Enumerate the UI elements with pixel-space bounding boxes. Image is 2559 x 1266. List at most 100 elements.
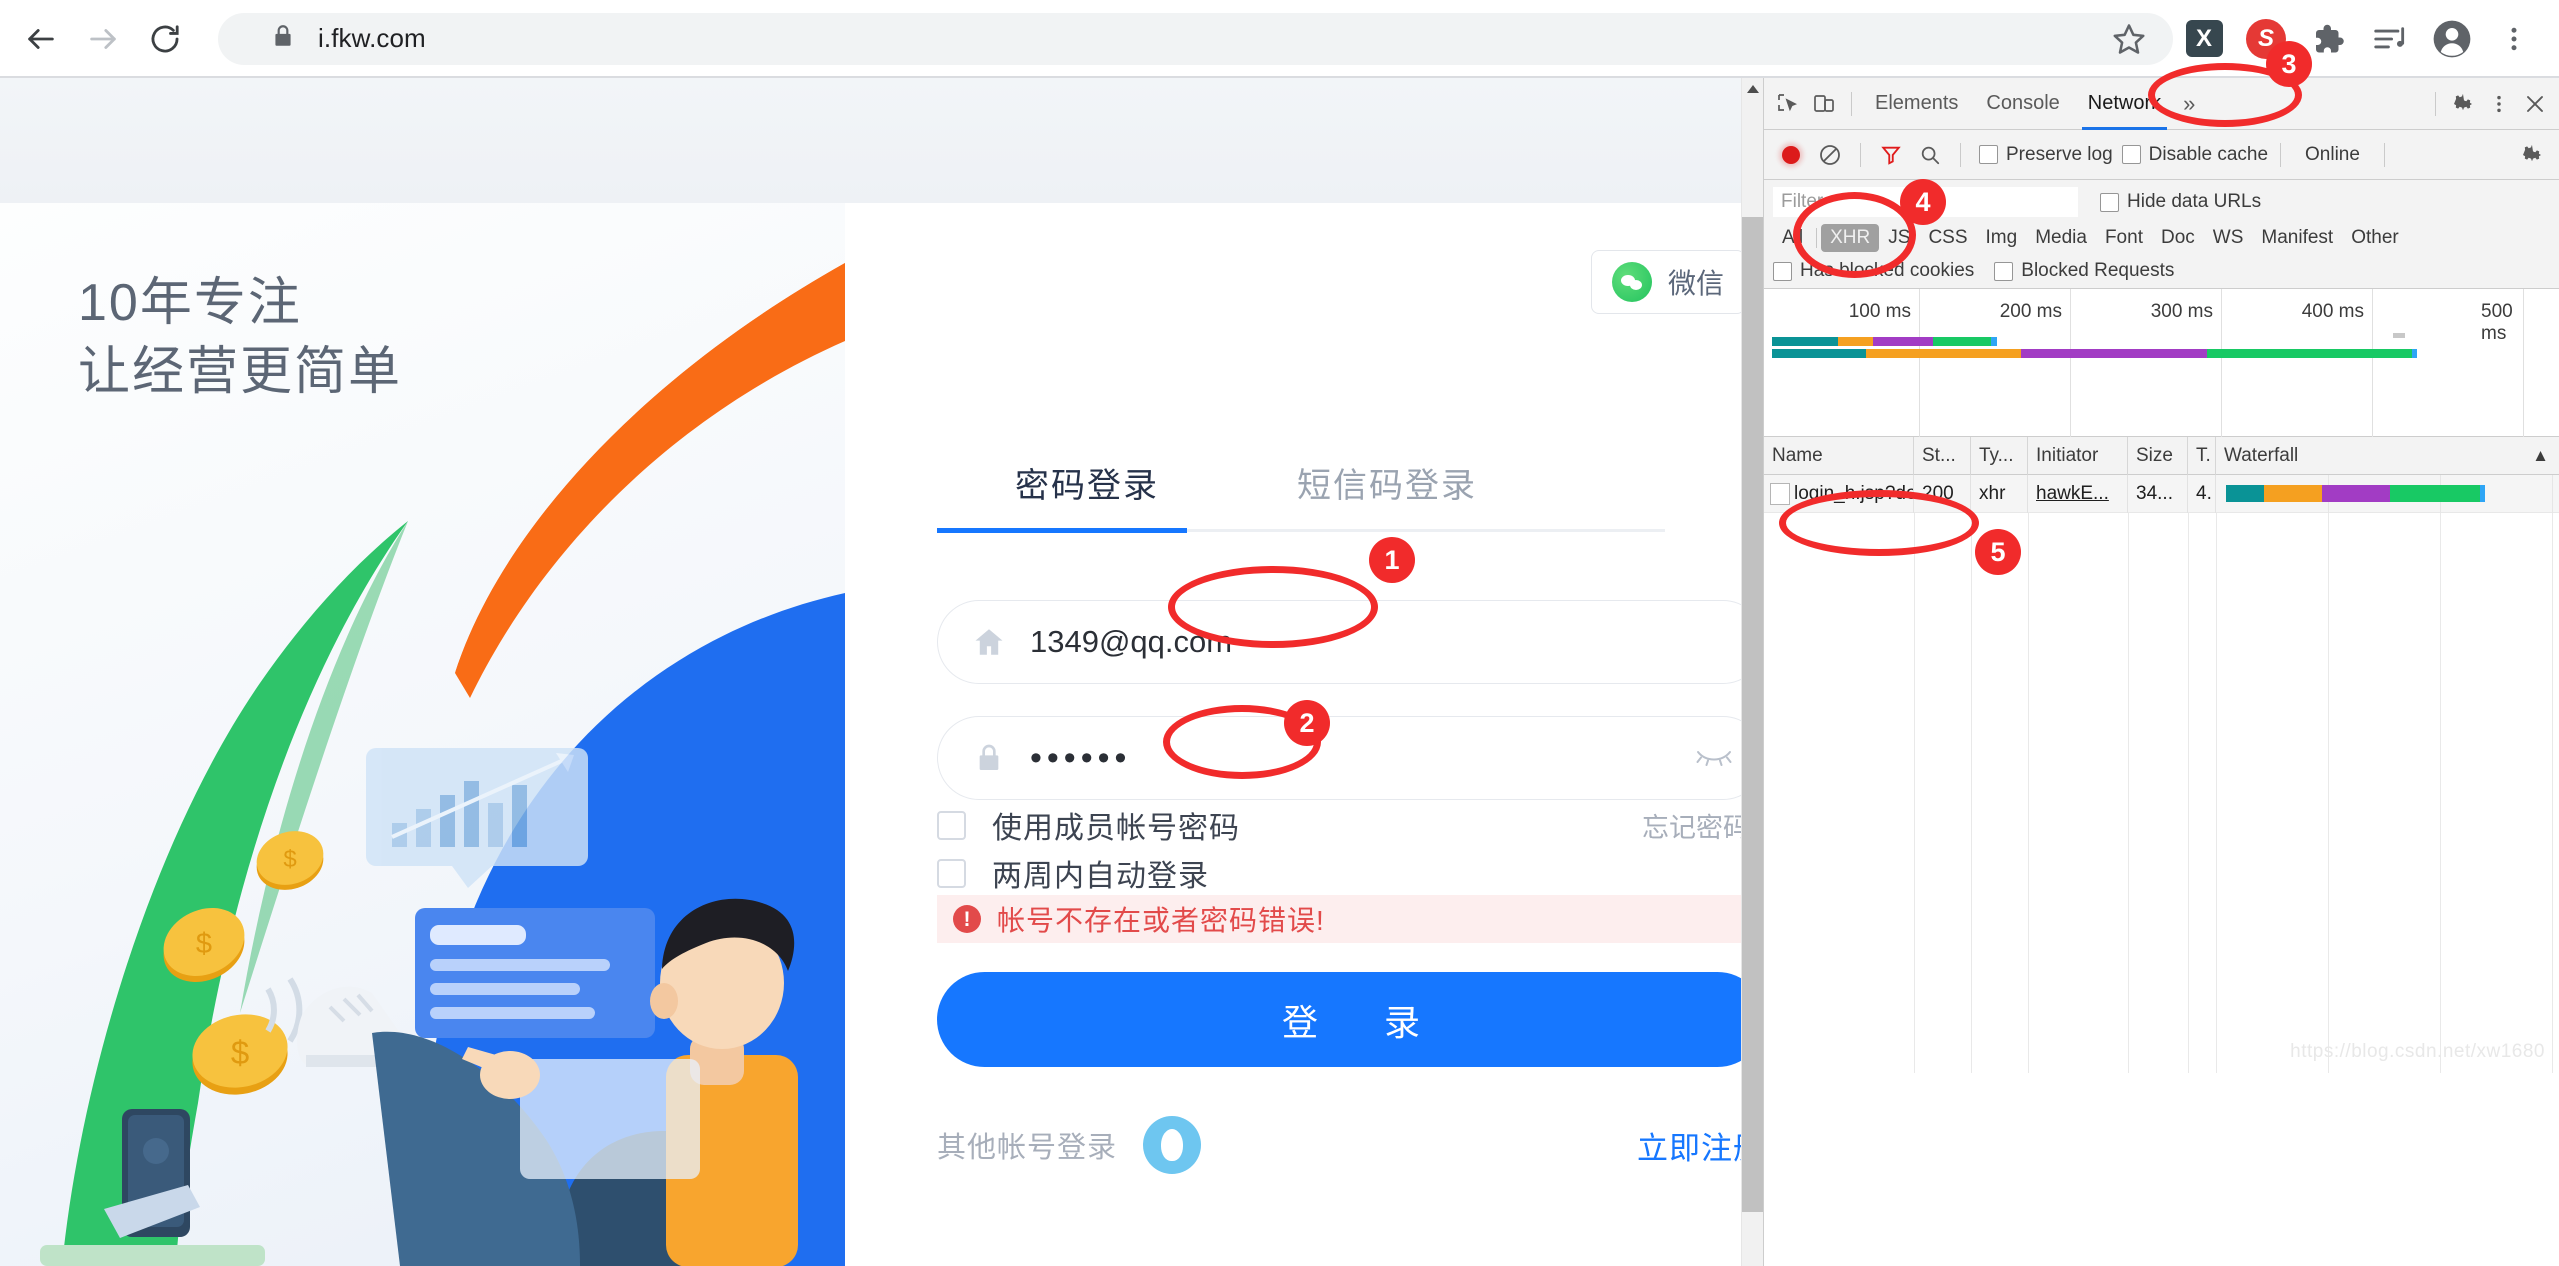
back-arrow-icon [28, 28, 54, 49]
filter-row-3: Has blocked cookies Blocked Requests [1773, 260, 2550, 282]
address-bar[interactable]: i.fkw.com [218, 12, 2173, 65]
throttling-select[interactable]: Online [2293, 144, 2372, 166]
media-list-icon [2374, 26, 2405, 48]
devtools-right-controls [2426, 86, 2553, 122]
option-label-member: 使用成员帐号密码 [992, 812, 1240, 845]
more-tabs-button[interactable]: » [2175, 91, 2203, 117]
error-text: 帐号不存在或者密码错误! [997, 905, 1325, 936]
error-icon: ! [953, 905, 981, 933]
preserve-log-checkbox[interactable]: Preserve log [1979, 144, 2113, 166]
forward-button[interactable] [72, 8, 134, 70]
wechat-login-button[interactable]: 微信 [1590, 250, 1745, 314]
has-blocked-cookies-label: Has blocked cookies [1800, 260, 1975, 281]
checkbox-auto-login[interactable] [937, 858, 966, 888]
filter-type-all[interactable]: All [1773, 224, 1812, 252]
tab-sms-login[interactable]: 短信码登录 [1237, 458, 1537, 529]
page-scrollbar[interactable] [1741, 78, 1764, 1266]
hide-data-urls-checkbox[interactable]: Hide data URLs [2100, 191, 2261, 213]
column-type[interactable]: Ty... [1971, 436, 2028, 475]
back-button[interactable] [10, 8, 72, 70]
column-waterfall[interactable]: Waterfall ▲ [2216, 437, 2559, 475]
hide-data-urls-label: Hide data URLs [2127, 191, 2262, 212]
username-value: 1349@qq.com [1030, 624, 1233, 659]
password-field[interactable]: •••••• [937, 716, 1763, 800]
close-icon[interactable] [2517, 86, 2553, 122]
filter-type-doc[interactable]: Doc [2152, 224, 2204, 252]
tab-active-indicator [937, 528, 1187, 533]
scroll-up-arrow-icon[interactable] [1742, 78, 1764, 100]
annotation-badge-2: 2 [1284, 700, 1330, 746]
device-toolbar-icon[interactable] [1806, 86, 1842, 122]
filter-type-ws[interactable]: WS [2204, 224, 2253, 252]
overview-ruler: 100 ms 200 ms 300 ms 400 ms 500 ms [1764, 289, 2559, 437]
sort-indicator-icon: ▲ [2532, 445, 2549, 465]
devtools-panel: Elements Console Network » Preserve log … [1763, 78, 2559, 1266]
media-controls-button[interactable] [2359, 8, 2421, 70]
blocked-requests-label: Blocked Requests [2021, 260, 2175, 281]
qq-icon[interactable] [1143, 1116, 1202, 1174]
chrome-menu-button[interactable] [2483, 8, 2545, 70]
request-initiator-link[interactable]: hawkE... [2036, 483, 2109, 505]
scrollbar-thumb[interactable] [1742, 217, 1764, 1212]
has-blocked-cookies-checkbox[interactable]: Has blocked cookies [1773, 260, 1974, 282]
filter-button[interactable] [1873, 137, 1909, 173]
overview-bars [1772, 337, 2417, 361]
eye-closed-icon[interactable] [1694, 744, 1734, 773]
column-size[interactable]: Size [2128, 436, 2188, 475]
preserve-log-label: Preserve log [2006, 143, 2113, 165]
filter-type-js[interactable]: JS [1879, 224, 1919, 252]
network-table-body: https://blog.csdn.net/xw1680 [1764, 513, 2559, 1073]
filter-type-media[interactable]: Media [2026, 224, 2096, 252]
blocked-requests-box [1994, 261, 2014, 281]
checkbox-member-account[interactable] [937, 810, 966, 840]
request-checkbox[interactable] [1770, 482, 1790, 505]
tab-console[interactable]: Console [1972, 78, 2073, 130]
filter-type-css[interactable]: CSS [1919, 224, 1976, 252]
table-row[interactable]: login_h.jsp?dogSr... 200 xhr hawkE... 34… [1764, 474, 2559, 513]
network-toolbar: Preserve log Disable cache Online [1764, 130, 2559, 180]
gear-icon[interactable] [2445, 86, 2481, 122]
browser-window: i.fkw.com X S 10年专注 让经营更简单 $ $ $ 微信 密码登录… [0, 0, 2559, 1266]
network-settings-gear-icon [2523, 144, 2541, 161]
disable-cache-checkbox[interactable]: Disable cache [2121, 144, 2268, 166]
login-button[interactable]: 登 录 [937, 972, 1763, 1067]
column-waterfall-label: Waterfall [2224, 444, 2299, 466]
login-tabs: 密码登录 短信码登录 [937, 458, 1657, 529]
request-initiator[interactable]: hawkE... [2028, 474, 2128, 513]
extension-x-icon: X [2185, 20, 2223, 57]
filter-type-manifest[interactable]: Manifest [2252, 224, 2342, 252]
column-initiator[interactable]: Initiator [2028, 436, 2128, 475]
overview-bar-row-2 [1772, 349, 2417, 358]
bookmark-button[interactable] [2111, 21, 2151, 57]
filter-type-other[interactable]: Other [2342, 224, 2408, 252]
record-button[interactable] [1773, 137, 1809, 173]
search-icon [1921, 146, 1940, 164]
filter-type-img[interactable]: Img [1977, 224, 2027, 252]
tab-elements[interactable]: Elements [1861, 78, 1972, 130]
reload-button[interactable] [134, 8, 196, 70]
clear-button[interactable] [1812, 137, 1848, 173]
network-table-header: Name St... Ty... Initiator Size T. Water… [1764, 436, 2559, 475]
username-field[interactable]: 1349@qq.com [937, 600, 1763, 684]
has-blocked-cookies-box [1773, 261, 1792, 281]
svg-text:$: $ [196, 928, 212, 960]
overview-label-100ms: 100 ms [1848, 301, 1911, 322]
more-options-icon[interactable] [2481, 86, 2517, 122]
kebab-menu-icon [2511, 27, 2517, 50]
tab-network[interactable]: Network [2074, 78, 2175, 130]
blocked-requests-checkbox[interactable]: Blocked Requests [1994, 260, 2174, 282]
inspect-icon[interactable] [1770, 86, 1806, 122]
filter-type-xhr[interactable]: XHR [1821, 224, 1880, 252]
request-name-cell[interactable]: login_h.jsp?dogSr... [1764, 474, 1914, 513]
extension-x-button[interactable]: X [2173, 8, 2235, 70]
tab-password-login[interactable]: 密码登录 [937, 458, 1237, 529]
column-status[interactable]: St... [1914, 436, 1971, 475]
search-button[interactable] [1912, 137, 1948, 173]
column-time[interactable]: T. [2188, 436, 2216, 475]
column-name[interactable]: Name [1764, 436, 1914, 475]
filter-type-font[interactable]: Font [2096, 224, 2152, 252]
profile-button[interactable] [2421, 8, 2483, 70]
network-overview[interactable]: 100 ms 200 ms 300 ms 400 ms 500 ms [1764, 289, 2559, 437]
overview-tick-1 [1919, 289, 1920, 437]
network-settings-button[interactable] [2514, 137, 2550, 173]
